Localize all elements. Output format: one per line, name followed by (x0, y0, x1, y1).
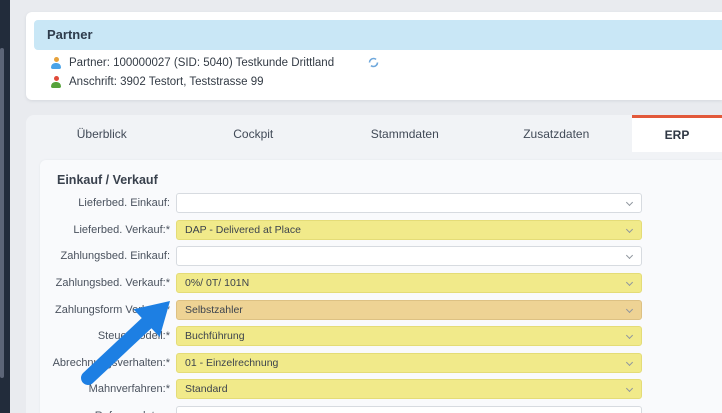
mahnverfahren-select[interactable]: Standard (176, 379, 642, 400)
lieferbed-verkauf-select[interactable]: DAP - Delivered at Place (176, 219, 642, 240)
address-line: Anschrift: 3902 Testort, Teststrasse 99 (69, 76, 264, 88)
tab-ueberblick[interactable]: Überblick (26, 115, 178, 152)
form-row-zahlungsbed-einkauf: Zahlungsbed. Einkauf: (40, 243, 722, 270)
tab-label: Cockpit (233, 126, 274, 141)
tab-label: Stammdaten (370, 126, 439, 141)
tabbar: Überblick Cockpit Stammdaten Zusatzdaten… (26, 115, 722, 152)
refresh-icon (368, 57, 379, 68)
tab-erp[interactable]: ERP (632, 115, 722, 152)
page-title: Partner (47, 27, 93, 42)
address-pin-icon (50, 76, 62, 88)
form-row-abrechnungsverhalten: Abrechnungsverhalten:* 01 - Einzelrechnu… (40, 350, 722, 377)
chevron-down-icon (625, 358, 634, 366)
tab-label: ERP (664, 128, 690, 142)
form-row-mahnverfahren: Mahnverfahren:* Standard (40, 376, 722, 403)
lieferbed-einkauf-select[interactable] (176, 193, 642, 214)
referenzdatum-select[interactable] (176, 406, 642, 413)
select-value: Selbstzahler (185, 303, 243, 316)
tab-label: Zusatzdaten (523, 126, 590, 141)
partner-card: Partner Partner: 100000027 (SID: 5040) T… (26, 12, 722, 100)
steuermodell-select[interactable]: Buchführung (176, 326, 642, 347)
einkauf-verkauf-card: Einkauf / Verkauf Lieferbed. Einkauf: Li… (40, 160, 722, 413)
partner-info-row: Partner: 100000027 (SID: 5040) Testkunde… (50, 57, 334, 69)
zahlungsbed-verkauf-select[interactable]: 0%/ 0T/ 101N (176, 273, 642, 294)
field-label: Lieferbed. Einkauf: (78, 197, 170, 210)
form-row-steuermodell: Steuermodell:* Buchführung (40, 323, 722, 350)
field-label: Abrechnungsverhalten:* (52, 356, 170, 369)
field-label: Zahlungsbed. Verkauf:* (55, 277, 170, 290)
tab-zusatzdaten[interactable]: Zusatzdaten (481, 115, 633, 152)
chevron-down-icon (625, 225, 634, 233)
left-scrollbar-rail (0, 0, 10, 413)
tab-label: Überblick (76, 126, 127, 141)
form-row-referenzdatum: Referenzdatum (40, 403, 722, 413)
field-label: Mahnverfahren:* (88, 383, 170, 396)
zahlungsform-verkauf-select[interactable]: Selbstzahler (176, 299, 642, 320)
chevron-down-icon (625, 252, 634, 260)
zahlungsbed-einkauf-select[interactable] (176, 246, 642, 267)
field-label: Zahlungsform Verkauf:* (55, 303, 170, 316)
user-icon (50, 57, 62, 69)
form-row-lieferbed-verkauf: Lieferbed. Verkauf:* DAP - Delivered at … (40, 217, 722, 244)
field-label: Steuermodell:* (97, 330, 170, 343)
app-window: { "window": { "title": "Partner" }, "col… (0, 0, 722, 413)
partner-line: Partner: 100000027 (SID: 5040) Testkunde… (69, 57, 335, 69)
field-label: Lieferbed. Verkauf:* (73, 223, 170, 236)
select-value: 01 - Einzelrechnung (185, 356, 279, 369)
select-value: 0%/ 0T/ 101N (185, 277, 250, 290)
select-value: Buchführung (185, 330, 245, 343)
scrollbar-thumb[interactable] (0, 48, 4, 378)
select-value: Standard (185, 383, 228, 396)
chevron-down-icon (625, 385, 634, 393)
tab-stammdaten[interactable]: Stammdaten (329, 115, 481, 152)
form-row-lieferbed-einkauf: Lieferbed. Einkauf: (40, 190, 722, 217)
chevron-down-icon (625, 279, 634, 287)
abrechnungsverhalten-select[interactable]: 01 - Einzelrechnung (176, 352, 642, 373)
chevron-down-icon (625, 199, 634, 207)
chevron-down-icon (625, 305, 634, 313)
form-row-zahlungsbed-verkauf: Zahlungsbed. Verkauf:* 0%/ 0T/ 101N (40, 270, 722, 297)
section-title: Einkauf / Verkauf (57, 173, 158, 187)
tabs-panel: Überblick Cockpit Stammdaten Zusatzdaten… (26, 115, 722, 413)
partner-card-header: Partner (34, 20, 722, 50)
refresh-button[interactable] (366, 56, 381, 71)
field-label: Zahlungsbed. Einkauf: (60, 250, 170, 263)
address-info-row: Anschrift: 3902 Testort, Teststrasse 99 (50, 76, 264, 88)
form-row-zahlungsform-verkauf: Zahlungsform Verkauf:* Selbstzahler (40, 296, 722, 323)
chevron-down-icon (625, 332, 634, 340)
select-value: DAP - Delivered at Place (185, 223, 301, 236)
tab-cockpit[interactable]: Cockpit (178, 115, 330, 152)
